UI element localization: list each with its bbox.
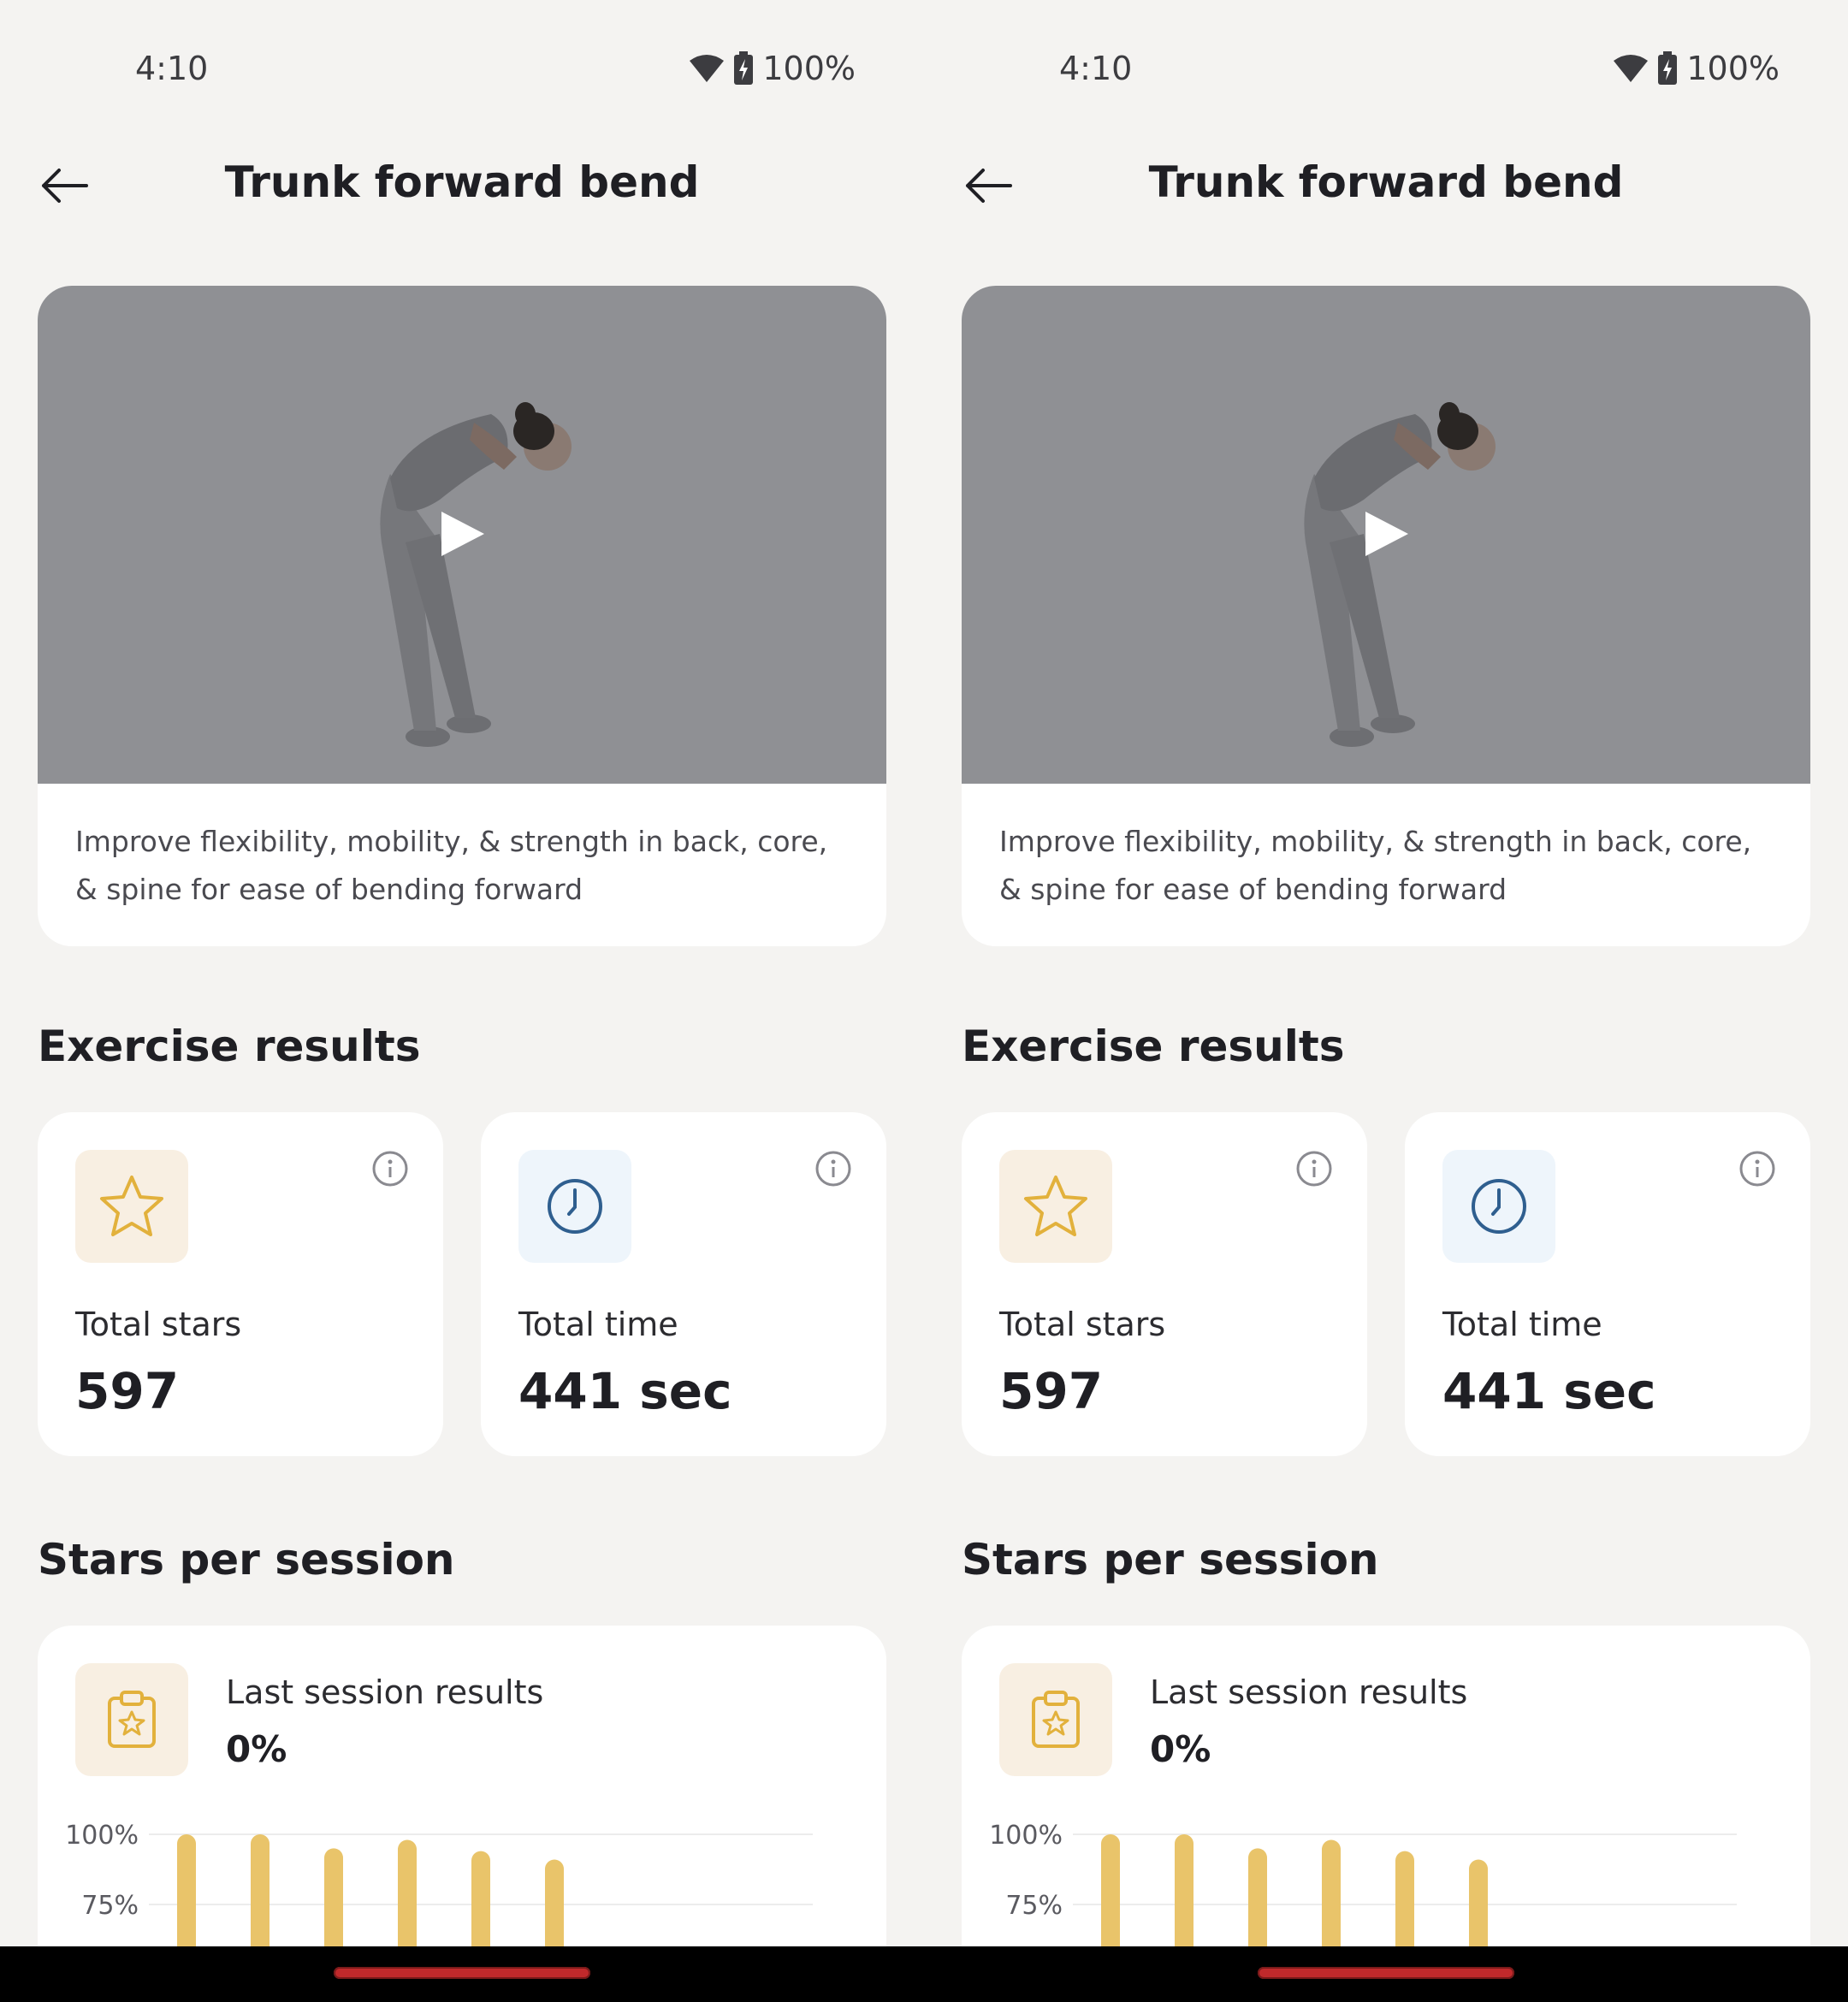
total-time-value: 441 sec xyxy=(1442,1362,1656,1420)
total-stars-value: 597 xyxy=(75,1362,180,1420)
battery-icon xyxy=(733,51,754,86)
app-bar: Trunk forward bend xyxy=(0,145,924,222)
page-title: Trunk forward bend xyxy=(1148,157,1624,207)
home-handle-right[interactable] xyxy=(1258,1967,1514,1979)
clipboard-icon-box xyxy=(75,1663,188,1776)
last-session-label: Last session results xyxy=(226,1673,544,1711)
info-icon[interactable] xyxy=(814,1150,852,1188)
total-stars-value: 597 xyxy=(999,1362,1104,1420)
clipboard-star-icon xyxy=(108,1691,156,1748)
info-icon[interactable] xyxy=(1738,1150,1776,1188)
exercise-video[interactable] xyxy=(962,286,1810,784)
play-icon[interactable] xyxy=(436,508,488,560)
clock-icon xyxy=(1472,1179,1526,1234)
wifi-icon xyxy=(1613,54,1649,83)
status-time: 4:10 xyxy=(1059,50,1133,87)
total-stars-label: Total stars xyxy=(75,1306,242,1343)
battery-icon xyxy=(1657,51,1678,86)
clipboard-icon-box xyxy=(999,1663,1112,1776)
clock-icon xyxy=(548,1179,602,1234)
last-session-label: Last session results xyxy=(1150,1673,1468,1711)
total-time-label: Total time xyxy=(1442,1306,1602,1343)
stars-per-session-heading: Stars per session xyxy=(38,1535,455,1584)
screen-left: 4:10 100% Trunk forward bend Improve fle… xyxy=(0,0,924,2002)
info-icon[interactable] xyxy=(1295,1150,1333,1188)
stars-per-session-heading: Stars per session xyxy=(962,1535,1379,1584)
session-card: Last session results 0% 100% 75% xyxy=(38,1626,886,2002)
exercise-description: Improve flexibility, mobility, & strengt… xyxy=(999,825,1752,906)
battery-percent: 100% xyxy=(762,50,856,87)
info-icon[interactable] xyxy=(371,1150,409,1188)
back-button[interactable] xyxy=(958,156,1018,216)
total-stars-label: Total stars xyxy=(999,1306,1166,1343)
star-icon-box xyxy=(999,1150,1112,1263)
total-time-value: 441 sec xyxy=(518,1362,732,1420)
chart-y-tick-label: 100% xyxy=(989,1821,1063,1851)
status-icons: 100% xyxy=(689,50,856,87)
chart-y-tick-label: 75% xyxy=(1005,1891,1063,1921)
chart-y-tick-label: 75% xyxy=(81,1891,139,1921)
exercise-description: Improve flexibility, mobility, & strengt… xyxy=(75,825,828,906)
wifi-icon xyxy=(689,54,725,83)
battery-percent: 100% xyxy=(1686,50,1780,87)
back-button[interactable] xyxy=(34,156,94,216)
clock-icon-box xyxy=(518,1150,631,1263)
play-icon[interactable] xyxy=(1360,508,1412,560)
video-card: Improve flexibility, mobility, & strengt… xyxy=(38,286,886,946)
last-session-value: 0% xyxy=(1150,1728,1211,1770)
total-time-card: Total time 441 sec xyxy=(481,1112,886,1456)
last-session-value: 0% xyxy=(226,1728,287,1770)
chart-y-tick-label: 100% xyxy=(65,1821,139,1851)
session-card: Last session results 0% 100% 75% xyxy=(962,1626,1810,2002)
home-handle-left[interactable] xyxy=(334,1967,590,1979)
back-arrow-icon xyxy=(42,169,88,203)
star-icon xyxy=(1024,1176,1087,1236)
status-bar: 4:10 100% xyxy=(924,0,1848,137)
star-icon-box xyxy=(75,1150,188,1263)
total-time-label: Total time xyxy=(518,1306,678,1343)
status-bar: 4:10 100% xyxy=(0,0,924,137)
navigation-bar xyxy=(0,1946,1848,2002)
exercise-video[interactable] xyxy=(38,286,886,784)
back-arrow-icon xyxy=(966,169,1012,203)
clock-icon-box xyxy=(1442,1150,1555,1263)
total-time-card: Total time 441 sec xyxy=(1405,1112,1810,1456)
status-time: 4:10 xyxy=(135,50,209,87)
clipboard-star-icon xyxy=(1032,1691,1080,1748)
status-icons: 100% xyxy=(1613,50,1780,87)
total-stars-card: Total stars 597 xyxy=(38,1112,443,1456)
page-title: Trunk forward bend xyxy=(224,157,700,207)
screen-right: 4:10 100% Trunk forward bend Improve fle… xyxy=(924,0,1848,2002)
app-bar: Trunk forward bend xyxy=(924,145,1848,222)
video-card: Improve flexibility, mobility, & strengt… xyxy=(962,286,1810,946)
total-stars-card: Total stars 597 xyxy=(962,1112,1367,1456)
exercise-results-heading: Exercise results xyxy=(38,1022,421,1071)
exercise-results-heading: Exercise results xyxy=(962,1022,1345,1071)
star-icon xyxy=(100,1176,163,1236)
